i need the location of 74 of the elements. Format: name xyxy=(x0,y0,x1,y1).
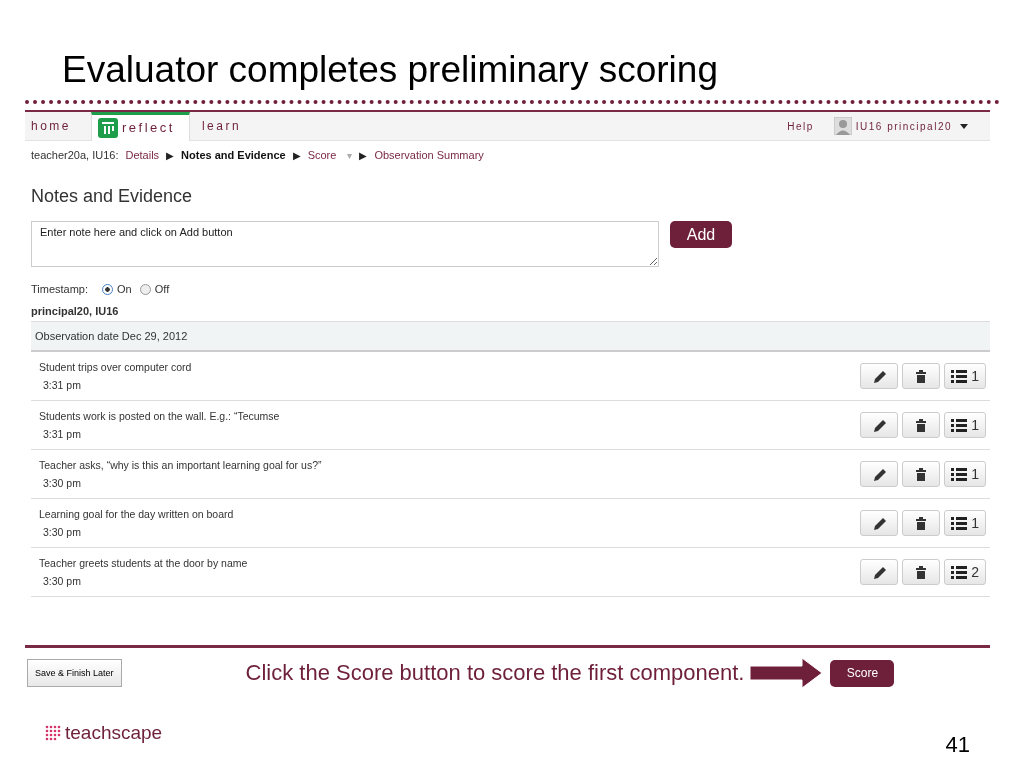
separator-arrow: ▶ xyxy=(292,149,301,161)
caret-icon xyxy=(960,123,968,129)
delete-button[interactable] xyxy=(902,559,941,585)
radio-button[interactable] xyxy=(139,283,151,295)
arrow-icon xyxy=(750,656,825,690)
score-button[interactable]: Score xyxy=(830,659,895,687)
note-input-field[interactable]: Enter note here and click on Add button xyxy=(31,221,659,267)
trash-icon xyxy=(913,466,929,482)
author-name: principal20, IU16 xyxy=(31,305,120,317)
breadcrumb-link[interactable]: Score xyxy=(307,149,337,161)
note-text: Teacher asks, “why is this an important learning goal for us?” xyxy=(39,459,323,471)
user-menu[interactable]: IU16 principal20 xyxy=(833,117,968,135)
note-time: 3:30 pm xyxy=(43,526,82,538)
edit-button[interactable] xyxy=(860,510,899,536)
timestamp-label: Timestamp: xyxy=(31,283,89,295)
note-time: 3:31 pm xyxy=(43,379,82,391)
instruction-caption: Click the Score button to score the first component. xyxy=(245,660,745,686)
edit-button[interactable] xyxy=(860,461,899,487)
list-count-button[interactable]: 1 xyxy=(944,412,986,438)
nav-tab[interactable]: home xyxy=(25,112,86,140)
breadcrumb-link[interactable]: Observation Summary xyxy=(374,149,484,161)
radio-button[interactable] xyxy=(102,283,114,295)
radio-label: On xyxy=(117,283,132,295)
pencil-icon xyxy=(871,417,887,433)
list-count-button[interactable]: 1 xyxy=(944,510,986,536)
list-count-button[interactable]: 1 xyxy=(944,363,986,389)
nav-tab[interactable]: learn xyxy=(195,112,256,140)
radio-label: Off xyxy=(154,283,170,295)
page-number: 41 xyxy=(945,732,970,758)
logo-icon xyxy=(45,725,61,741)
list-icon xyxy=(951,466,968,482)
separator-arrow: ▶ xyxy=(359,149,368,161)
note-time: 3:30 pm xyxy=(43,575,82,587)
edit-button[interactable] xyxy=(860,363,899,389)
note-text: Students work is posted on the wall. E.g.: “Tecumse xyxy=(39,410,281,422)
list-icon xyxy=(951,515,968,531)
list-icon xyxy=(951,368,968,384)
add-button[interactable]: Add xyxy=(670,221,732,248)
separator-arrow: ▶ xyxy=(166,149,175,161)
list-count-button[interactable]: 1 xyxy=(944,461,986,487)
avatar-icon xyxy=(833,117,852,135)
note-text: Teacher greets students at the door by name xyxy=(39,557,249,569)
trash-icon xyxy=(913,564,929,580)
logo-text: teachscape xyxy=(65,722,163,744)
delete-button[interactable] xyxy=(902,510,941,536)
section-heading: Notes and Evidence xyxy=(31,186,194,207)
date-header: Observation date Dec 29, 2012 xyxy=(31,321,990,352)
trash-icon xyxy=(913,368,929,384)
delete-button[interactable] xyxy=(902,412,941,438)
trash-icon xyxy=(913,417,929,433)
delete-button[interactable] xyxy=(902,363,941,389)
help-link[interactable]: Help xyxy=(787,120,814,132)
breadcrumb-link[interactable]: Details xyxy=(125,149,160,161)
pencil-icon xyxy=(871,515,887,531)
save-finish-later-button[interactable]: Save & Finish Later xyxy=(27,659,122,687)
app-logo-icon xyxy=(98,117,119,138)
breadcrumb-prefix: teacher20a, IU16: xyxy=(31,149,119,161)
pencil-icon xyxy=(871,466,887,482)
note-text: Learning goal for the day written on board xyxy=(39,508,235,520)
breadcrumb-link[interactable]: Notes and Evidence xyxy=(181,149,286,161)
note-time: 3:30 pm xyxy=(43,477,82,489)
delete-button[interactable] xyxy=(902,461,941,487)
edit-button[interactable] xyxy=(860,412,899,438)
pencil-icon xyxy=(871,368,887,384)
trash-icon xyxy=(913,515,929,531)
list-icon xyxy=(951,417,968,433)
nav-tab[interactable]: reflect xyxy=(91,111,190,141)
list-count-button[interactable]: 2 xyxy=(944,559,986,585)
note-time: 3:31 pm xyxy=(43,428,82,440)
pencil-icon xyxy=(871,564,887,580)
list-icon xyxy=(951,564,968,580)
slide-title: Evaluator completes preliminary scoring xyxy=(61,48,719,92)
note-text: Student trips over computer cord xyxy=(39,361,193,373)
edit-button[interactable] xyxy=(860,559,899,585)
